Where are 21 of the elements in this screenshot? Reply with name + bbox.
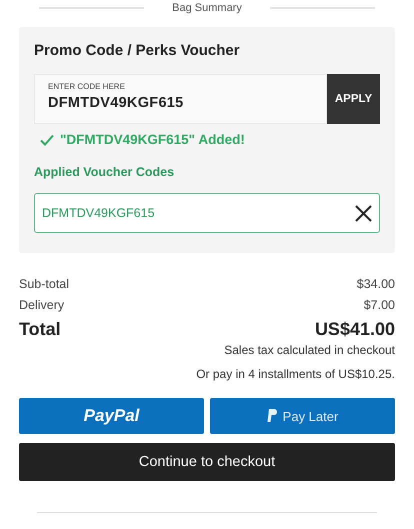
applied-code: DFMTDV49KGF615 [42, 206, 155, 220]
close-icon[interactable] [355, 204, 372, 222]
p-logo-icon [266, 409, 278, 423]
section-title: Bag Summary [172, 2, 242, 14]
check-icon [40, 134, 54, 146]
applied-title: Applied Voucher Codes [34, 165, 176, 179]
success-message: "DFMTDV49KGF615" Added! [60, 132, 245, 147]
code-input-field[interactable]: ENTER CODE HERE DFMTDV49KGF615 [34, 74, 327, 124]
summary-value: $7.00 [364, 298, 395, 312]
promo-title: Promo Code / Perks Voucher [34, 42, 241, 59]
pay-later-button[interactable]: Pay Later [210, 398, 395, 434]
apply-button[interactable]: APPLY [327, 74, 380, 124]
checkout-button[interactable]: Continue to checkout [19, 443, 395, 481]
summary-label: Total [19, 319, 61, 340]
tax-note: Sales tax calculated in checkout [223, 343, 395, 357]
summary-value: US$41.00 [314, 319, 395, 340]
summary-label: Sub-total [19, 277, 70, 291]
paypal-button[interactable]: PayPal [19, 398, 204, 434]
installments-note: Or pay in 4 installments of US$10.25. [195, 367, 395, 381]
summary-label: Delivery [19, 298, 64, 312]
summary-value: $34.00 [356, 277, 395, 291]
